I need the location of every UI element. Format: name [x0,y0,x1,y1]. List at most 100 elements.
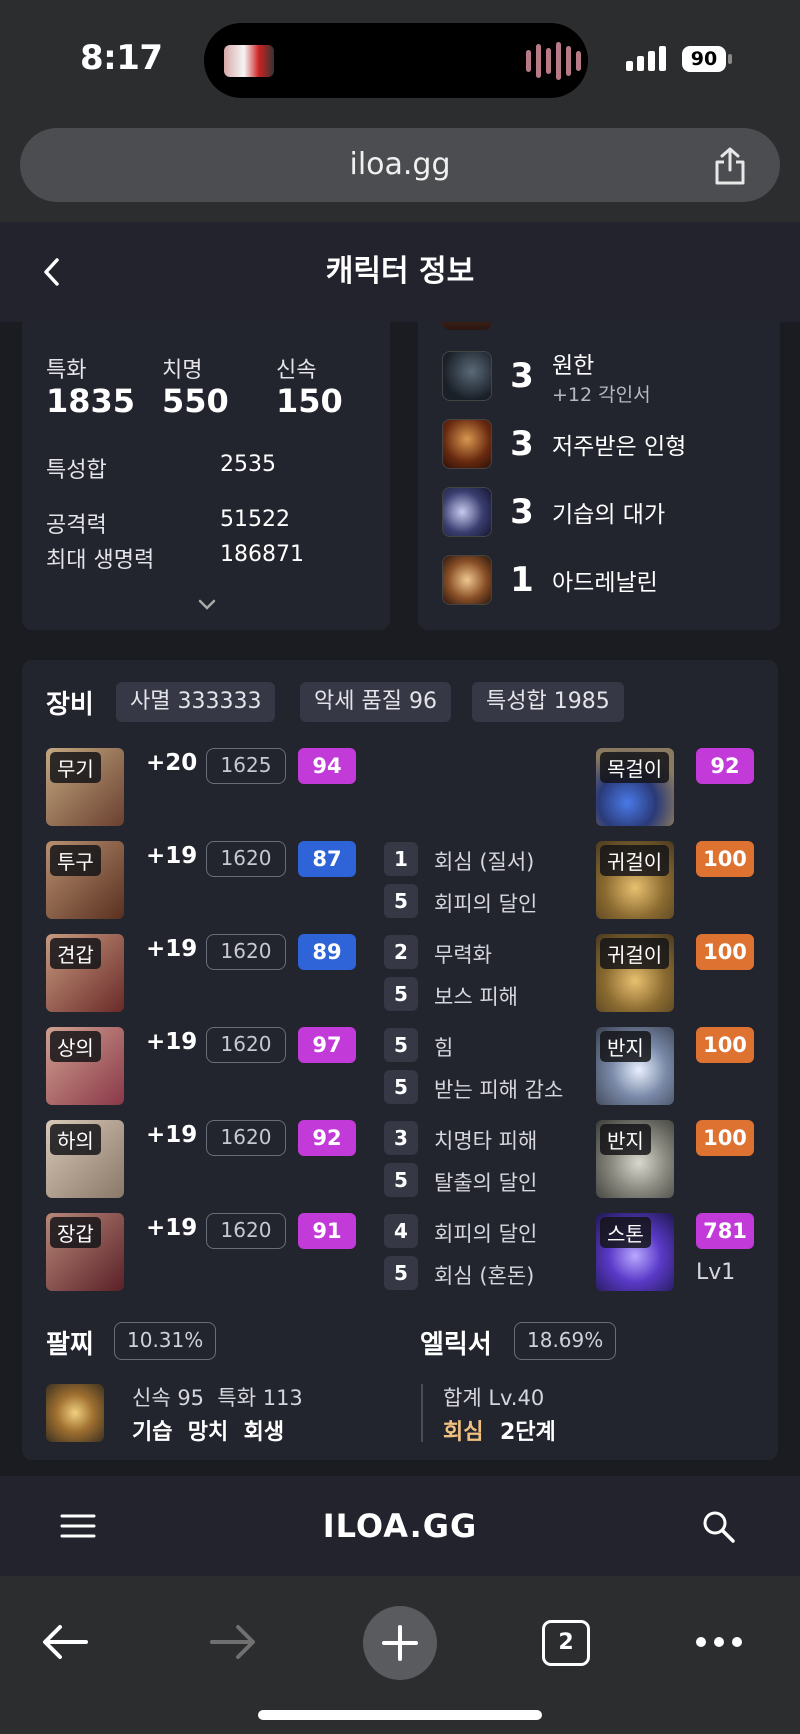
engraving-level: 3 [510,424,534,464]
divider [421,1384,423,1442]
engraving-row[interactable]: 3 저주받은 인형 [442,416,686,472]
tabs-button[interactable]: 2 [542,1620,590,1666]
stat-label-swiftness: 신속 [276,358,317,383]
engraving-name: 원한 [552,352,595,379]
slot-tag: 반지 [600,1031,651,1062]
slot-tag: 스톤 [600,1217,651,1248]
bracelet-stats: 신속 95 특화 113 [132,1386,303,1410]
gloves-item[interactable]: 장갑 [46,1213,124,1291]
chip-trait-sum: 특성합 1985 [472,682,624,722]
bracelet-effects: 기습 망치 회생 [132,1420,285,1445]
engravings-card: 3 원한 +12 각인서 3 저주받은 인형 3 기습의 대가 1 아드레날린 [418,322,780,630]
cellular-signal-icon [626,46,666,71]
refine-level: +20 [146,750,198,776]
quality-badge: 94 [298,748,356,784]
hp-label: 최대 생명력 [46,548,155,573]
elixir-percent: 18.69% [514,1322,617,1360]
engraving-book: +12 각인서 [552,383,651,406]
refine-level: +19 [146,1215,198,1241]
quality-badge: 781 [696,1213,754,1249]
weapon-item[interactable]: 무기 [46,748,124,826]
browser-forward-icon[interactable] [208,1622,258,1662]
audio-waveform-icon [526,42,581,80]
engraving-name: 저주받은 인형 [552,434,687,460]
slot-tag: 투구 [50,845,101,876]
effect-name: 치명타 피해 [434,1129,538,1153]
item-level: 1620 [206,934,286,970]
necklace-item[interactable]: 목걸이 [596,748,674,826]
ring-item[interactable]: 반지 [596,1120,674,1198]
url-bar[interactable]: iloa.gg [20,128,780,202]
earring-item[interactable]: 귀걸이 [596,841,674,919]
ability-stone-item[interactable]: 스톤 [596,1213,674,1291]
browser-toolbar: 2 [0,1576,800,1734]
shoulder-item[interactable]: 견갑 [46,934,124,1012]
home-indicator[interactable] [258,1710,542,1720]
effect-name: 탈출의 달인 [434,1171,538,1195]
share-icon[interactable] [712,146,748,186]
slot-tag: 하의 [50,1124,101,1155]
effect-level: 5 [384,1070,418,1104]
ring-item[interactable]: 반지 [596,1027,674,1105]
now-playing-thumbnail [224,45,274,77]
quality-badge: 100 [696,841,754,877]
chest-item[interactable]: 상의 [46,1027,124,1105]
earring-item[interactable]: 귀걸이 [596,934,674,1012]
effect-level: 5 [384,1028,418,1062]
quality-badge: 91 [298,1213,356,1249]
slot-tag: 귀걸이 [600,938,670,969]
page-title: 캐릭터 정보 [325,254,475,289]
chevron-down-icon[interactable] [196,598,218,612]
new-tab-button[interactable] [363,1606,437,1680]
bracelet-title: 팔찌 [46,1330,94,1360]
engraving-row[interactable]: 1 아드레날린 [442,552,658,608]
effect-name: 힘 [434,1036,454,1060]
stone-level: Lv1 [696,1260,736,1285]
quality-badge: 89 [298,934,356,970]
more-options-icon[interactable] [694,1632,744,1652]
battery-icon: 90 [682,46,726,72]
stat-value-swiftness: 150 [276,382,343,420]
elixir-title: 엘릭서 [420,1330,492,1360]
effect-level: 2 [384,935,418,969]
helmet-item[interactable]: 투구 [46,841,124,919]
browser-back-icon[interactable] [40,1622,90,1662]
effect-name: 회심 (혼돈) [434,1264,535,1288]
engraving-level: 3 [510,492,534,532]
site-logo[interactable]: ILOA.GG [0,1476,800,1576]
quality-badge: 100 [696,1120,754,1156]
effect-name: 회심 (질서) [434,850,535,874]
slot-tag: 장갑 [50,1217,101,1248]
effect-level: 5 [384,977,418,1011]
item-level: 1620 [206,1027,286,1063]
url-text[interactable]: iloa.gg [20,128,780,202]
pants-item[interactable]: 하의 [46,1120,124,1198]
quality-badge: 92 [298,1120,356,1156]
item-level: 1625 [206,748,286,784]
adrenaline-icon [442,555,492,605]
elixir-set-stage: 2단계 [500,1420,556,1445]
item-level: 1620 [206,1213,286,1249]
engraving-row[interactable]: 3 원한 +12 각인서 [442,348,651,406]
effect-name: 보스 피해 [434,985,518,1009]
item-level: 1620 [206,841,286,877]
refine-level: +19 [146,1122,198,1148]
quality-badge: 100 [696,1027,754,1063]
effect-level: 1 [384,842,418,876]
search-icon[interactable] [702,1510,736,1544]
plus-icon [382,1625,418,1661]
grudge-icon [442,351,492,401]
attack-label: 공격력 [46,513,107,538]
effect-level: 5 [384,884,418,918]
battery-tip [728,54,732,64]
engraving-level: 1 [510,560,534,600]
attack-value: 51522 [220,507,290,532]
engraving-row[interactable]: 3 기습의 대가 [442,484,665,540]
chip-set: 사멸 333333 [116,682,276,722]
elixir-total: 합계 Lv.40 [443,1386,545,1410]
bracelet-icon[interactable] [46,1384,104,1442]
effect-level: 5 [384,1163,418,1197]
dynamic-island[interactable] [204,23,588,98]
quality-badge: 87 [298,841,356,877]
back-arrow-icon[interactable] [42,256,62,288]
